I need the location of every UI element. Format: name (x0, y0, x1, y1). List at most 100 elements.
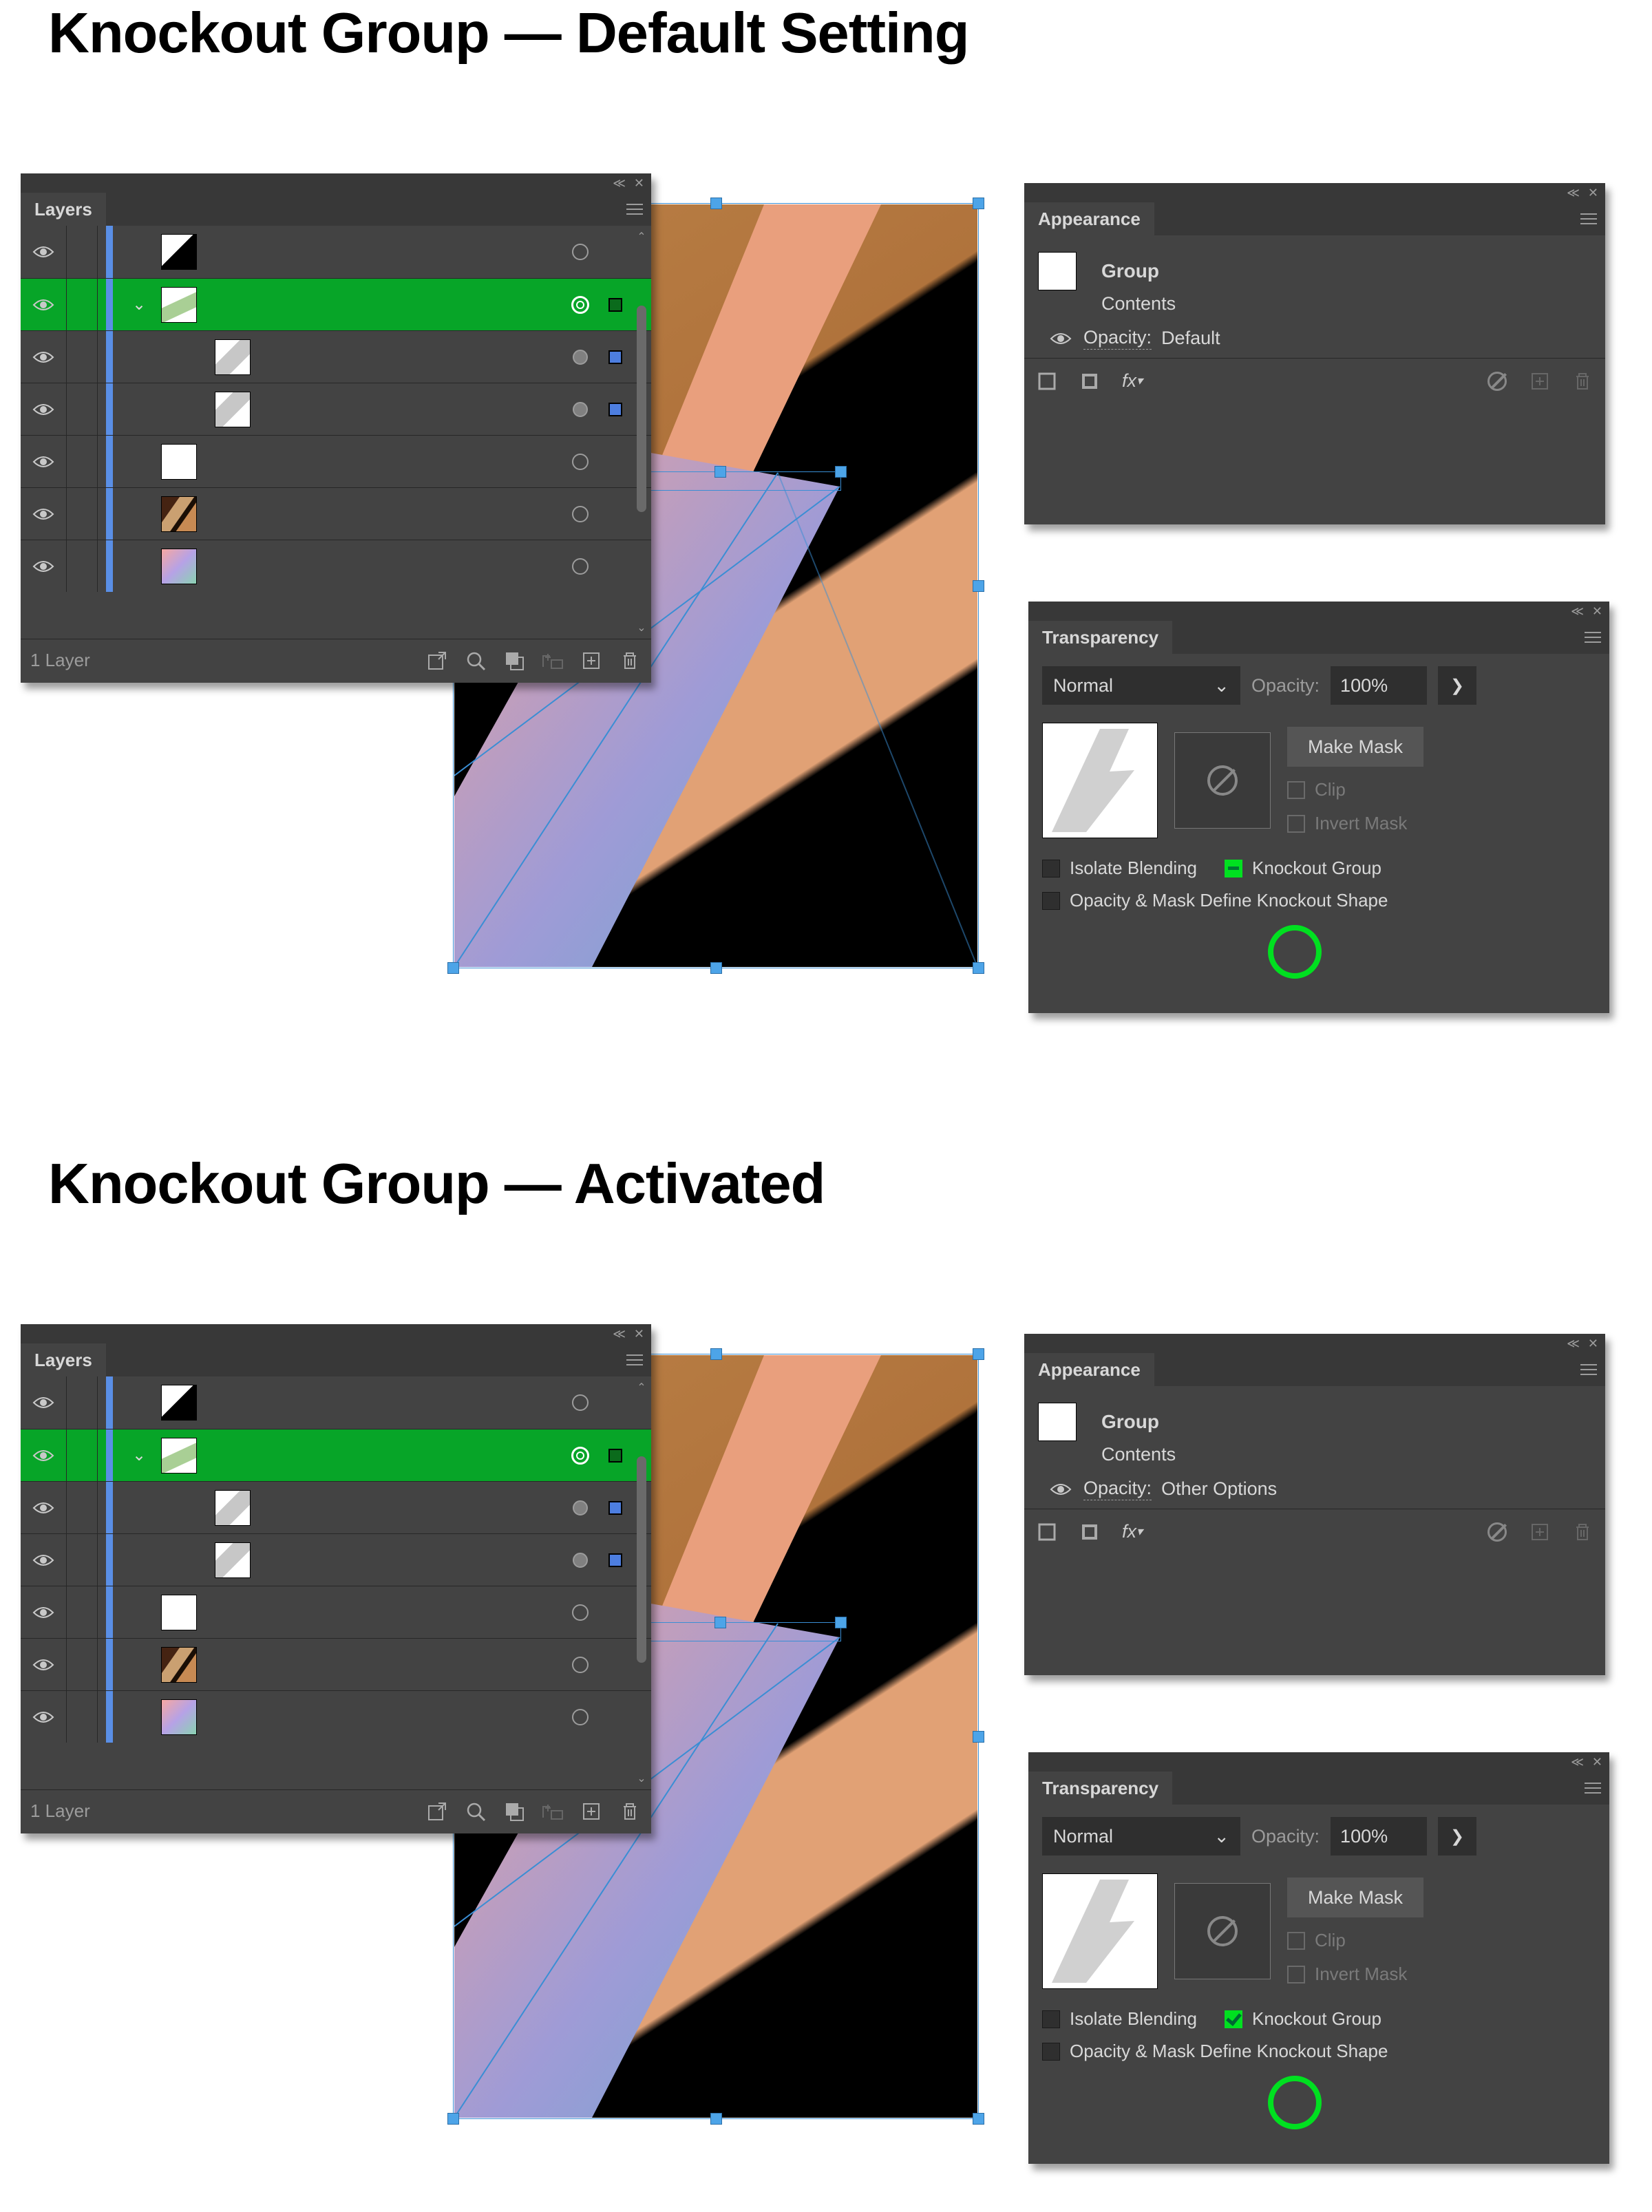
selection-square-icon[interactable] (608, 1449, 622, 1463)
new-sublayer-icon[interactable] (541, 649, 564, 672)
collapse-icon[interactable]: ≪ (613, 1327, 626, 1341)
locate-object-icon[interactable] (464, 649, 487, 672)
lock-column[interactable] (66, 279, 98, 330)
tab-transparency[interactable]: Transparency (1028, 1772, 1172, 1805)
lock-column[interactable] (66, 1482, 98, 1533)
layer-thumbnail[interactable] (161, 549, 197, 584)
layer-row[interactable]: ⌄ (21, 278, 651, 330)
mask-thumbnail[interactable] (1174, 732, 1271, 829)
close-icon[interactable]: ✕ (1588, 186, 1598, 200)
layer-thumbnail[interactable] (215, 1490, 251, 1526)
delete-icon[interactable] (618, 1800, 642, 1823)
opacity-label[interactable]: Opacity (1083, 1478, 1152, 1500)
lock-column[interactable] (66, 383, 98, 435)
new-stroke-icon[interactable] (1035, 370, 1059, 393)
close-icon[interactable]: ✕ (1592, 1755, 1602, 1769)
close-icon[interactable]: ✕ (634, 176, 644, 191)
layer-row[interactable] (21, 383, 651, 435)
layer-thumbnail[interactable] (161, 1385, 197, 1421)
layer-thumbnail[interactable] (161, 287, 197, 323)
close-icon[interactable]: ✕ (1588, 1337, 1598, 1351)
clear-appearance-icon[interactable] (1485, 370, 1509, 393)
layer-row[interactable]: ⌄ (21, 1429, 651, 1481)
knockout-group-checkbox[interactable] (1225, 2010, 1242, 2028)
scrollbar[interactable]: ⌃⌄ (635, 230, 648, 635)
selection-square-icon[interactable] (608, 350, 622, 364)
handle-top-icon[interactable] (710, 198, 722, 209)
lock-column[interactable] (66, 1639, 98, 1690)
layer-row[interactable] (21, 1638, 651, 1690)
layer-thumbnail[interactable] (161, 1595, 197, 1630)
visibility-toggle[interactable] (21, 1658, 66, 1672)
handle-right-icon[interactable] (973, 580, 984, 592)
lock-column[interactable] (66, 1534, 98, 1586)
tab-appearance[interactable]: Appearance (1024, 1353, 1154, 1386)
lock-column[interactable] (66, 540, 98, 592)
new-fill-icon[interactable] (1078, 1520, 1101, 1544)
selection-square-icon[interactable] (608, 507, 622, 521)
selection-square-icon[interactable] (608, 455, 622, 469)
handle-bottom-icon[interactable] (710, 962, 722, 974)
tab-transparency[interactable]: Transparency (1028, 621, 1172, 654)
visibility-toggle[interactable] (21, 1606, 66, 1619)
panel-menu-button[interactable] (618, 1343, 651, 1376)
selection-square-icon[interactable] (608, 560, 622, 573)
new-layer-icon[interactable] (580, 649, 603, 672)
add-effect-icon[interactable]: fx▾ (1121, 1520, 1144, 1544)
layer-row[interactable] (21, 1586, 651, 1638)
layer-row[interactable] (21, 435, 651, 487)
locate-object-icon[interactable] (464, 1800, 487, 1823)
visibility-toggle[interactable] (21, 245, 66, 259)
blend-mode-select[interactable]: Normal ⌄ (1042, 666, 1240, 705)
visibility-toggle[interactable] (21, 560, 66, 573)
tab-appearance[interactable]: Appearance (1024, 202, 1154, 235)
layer-thumbnail[interactable] (161, 1438, 197, 1474)
handle-bottom-left-icon[interactable] (447, 962, 459, 974)
selection-square-icon[interactable] (608, 245, 622, 259)
target-icon[interactable] (572, 506, 589, 522)
opacity-label[interactable]: Opacity (1083, 327, 1152, 350)
target-icon[interactable] (573, 350, 588, 365)
scroll-thumb[interactable] (637, 306, 646, 512)
delete-item-icon[interactable] (1571, 1520, 1594, 1544)
visibility-toggle[interactable] (1038, 332, 1083, 345)
layer-row[interactable] (21, 1481, 651, 1533)
handle-bottom-right-icon[interactable] (973, 962, 984, 974)
target-icon[interactable] (573, 1553, 588, 1568)
handle-top-right-icon[interactable] (973, 198, 984, 209)
mask-thumbnail[interactable] (1174, 1883, 1271, 1979)
opacity-input[interactable]: 100% (1331, 1817, 1427, 1855)
clear-appearance-icon[interactable] (1485, 1520, 1509, 1544)
layer-row[interactable] (21, 226, 651, 278)
close-icon[interactable]: ✕ (634, 1327, 644, 1341)
collapse-icon[interactable]: ≪ (1567, 1337, 1580, 1351)
visibility-toggle[interactable] (21, 1501, 66, 1515)
layer-thumbnail[interactable] (161, 496, 197, 532)
panel-menu-button[interactable] (618, 193, 651, 226)
tab-layers[interactable]: Layers (21, 193, 106, 226)
layer-row[interactable] (21, 1533, 651, 1586)
scroll-thumb[interactable] (637, 1456, 646, 1663)
visibility-toggle[interactable] (21, 455, 66, 469)
visibility-toggle[interactable] (1038, 1482, 1083, 1496)
layer-row[interactable] (21, 540, 651, 592)
target-icon[interactable] (572, 1709, 589, 1725)
scroll-down-icon[interactable]: ⌄ (635, 1772, 648, 1785)
target-icon[interactable] (572, 1657, 589, 1673)
scroll-up-icon[interactable]: ⌃ (635, 230, 648, 244)
opacity-mask-define-checkbox[interactable] (1042, 2043, 1060, 2061)
target-icon[interactable] (571, 1447, 589, 1465)
object-thumbnail[interactable] (1042, 723, 1158, 838)
layer-row[interactable] (21, 1690, 651, 1743)
visibility-toggle[interactable] (21, 298, 66, 312)
lock-column[interactable] (66, 226, 98, 278)
opacity-mask-define-checkbox[interactable] (1042, 892, 1060, 910)
visibility-toggle[interactable] (21, 1553, 66, 1567)
lock-column[interactable] (66, 1586, 98, 1638)
visibility-toggle[interactable] (21, 403, 66, 416)
target-icon[interactable] (571, 296, 589, 314)
panel-menu-button[interactable] (1576, 1772, 1609, 1805)
selection-square-icon[interactable] (608, 1396, 622, 1410)
layer-thumbnail[interactable] (215, 392, 251, 427)
export-for-screens-icon[interactable] (425, 1800, 449, 1823)
